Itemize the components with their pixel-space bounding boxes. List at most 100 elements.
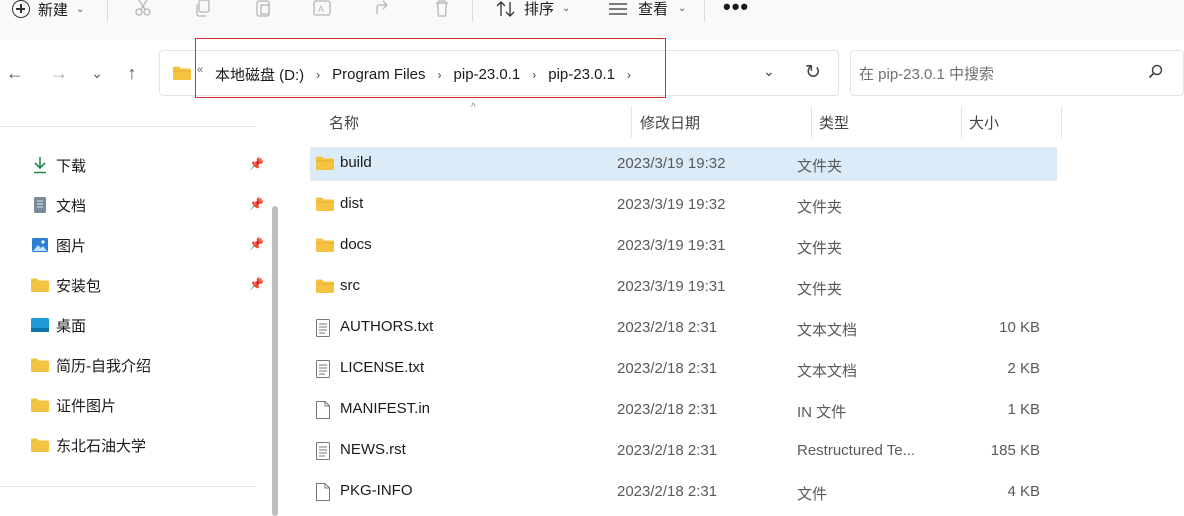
- file-row[interactable]: src 2023/3/19 19:31 文件夹: [310, 270, 1057, 304]
- file-row[interactable]: build 2023/3/19 19:32 文件夹: [310, 147, 1057, 181]
- file-list: 名称 ^ 修改日期 类型 大小 build 2023/3/19 19:32 文件夹 d…: [288, 100, 1184, 516]
- file-icon: [315, 483, 335, 501]
- sidebar-item-pictures[interactable]: 图片 📌: [30, 230, 270, 260]
- address-history-button[interactable]: ⌄: [763, 63, 775, 80]
- chevron-right-icon[interactable]: ›: [316, 68, 320, 82]
- pin-icon[interactable]: 📌: [249, 237, 264, 251]
- file-icon: [315, 401, 335, 419]
- sort-button[interactable]: 排序 ⌄: [496, 0, 570, 19]
- share-button[interactable]: [372, 0, 394, 18]
- forward-button[interactable]: →: [48, 62, 70, 84]
- delete-button[interactable]: [431, 0, 453, 18]
- file-size: 2 KB: [1007, 360, 1040, 377]
- sidebar-item-desktop[interactable]: 桌面: [30, 310, 270, 340]
- file-row[interactable]: dist 2023/3/19 19:32 文件夹: [310, 188, 1057, 222]
- chevron-right-icon[interactable]: ›: [532, 68, 536, 82]
- sidebar-item-downloads[interactable]: 下载 📌: [30, 150, 270, 180]
- search-input[interactable]: [859, 63, 1139, 85]
- chevron-down-icon: ⌄: [562, 3, 571, 14]
- file-row[interactable]: PKG-INFO 2023/2/18 2:31 文件 4 KB: [310, 475, 1057, 509]
- toolbar-divider: [704, 0, 705, 22]
- sidebar-item-installers[interactable]: 安装包 📌: [30, 270, 270, 300]
- breadcrumb-item[interactable]: pip-23.0.1: [548, 66, 615, 83]
- file-name: AUTHORS.txt: [340, 318, 434, 335]
- pictures-icon: [30, 236, 50, 254]
- column-divider[interactable]: [1061, 106, 1062, 138]
- new-label: 新建: [38, 1, 69, 19]
- folder-icon: [172, 65, 192, 84]
- file-modified-date: 2023/2/18 2:31: [617, 319, 718, 336]
- text-file-icon: [315, 319, 335, 337]
- paste-button[interactable]: [252, 0, 274, 18]
- file-row[interactable]: docs 2023/3/19 19:31 文件夹: [310, 229, 1057, 263]
- scissors-icon: [135, 0, 151, 16]
- chevron-right-icon[interactable]: ›: [438, 68, 442, 82]
- breadcrumb-item[interactable]: Program Files: [332, 66, 425, 83]
- breadcrumb-overflow[interactable]: «: [197, 64, 203, 76]
- file-row[interactable]: NEWS.rst 2023/2/18 2:31 Restructured Te...…: [310, 434, 1057, 468]
- pin-icon[interactable]: 📌: [249, 157, 264, 171]
- chevron-right-icon[interactable]: ›: [627, 68, 631, 82]
- text-file-icon: [315, 360, 335, 378]
- file-row[interactable]: MANIFEST.in 2023/2/18 2:31 IN 文件 1 KB: [310, 393, 1057, 427]
- sidebar-item-label: 文档: [56, 197, 87, 215]
- file-row[interactable]: AUTHORS.txt 2023/2/18 2:31 文本文档 10 KB: [310, 311, 1057, 345]
- sidebar-item-label: 安装包: [56, 277, 102, 295]
- view-button[interactable]: 查看 ⌄: [608, 0, 686, 19]
- column-header-size[interactable]: 大小: [969, 100, 999, 144]
- copy-button[interactable]: [192, 0, 214, 18]
- new-button[interactable]: 新建 ⌄: [12, 0, 84, 20]
- copy-icon: [196, 0, 210, 17]
- column-header-date[interactable]: 修改日期: [640, 100, 700, 144]
- file-name: docs: [340, 236, 372, 253]
- rename-icon: A: [313, 0, 331, 16]
- search-icon[interactable]: [1147, 63, 1165, 84]
- column-header-name[interactable]: 名称: [329, 100, 359, 144]
- breadcrumb-item[interactable]: pip-23.0.1: [454, 66, 521, 83]
- up-button[interactable]: ↑: [121, 62, 143, 84]
- recent-locations-button[interactable]: ⌄: [86, 62, 108, 84]
- sidebar-item-documents[interactable]: 文档 📌: [30, 190, 270, 220]
- breadcrumb-item[interactable]: 本地磁盘 (D:): [215, 64, 304, 85]
- folder-icon: [30, 436, 50, 454]
- sidebar-item-id-photos[interactable]: 证件图片: [30, 390, 270, 420]
- sidebar-item-label: 桌面: [56, 317, 87, 335]
- pin-icon[interactable]: 📌: [249, 197, 264, 211]
- back-button[interactable]: ←: [4, 62, 26, 84]
- pin-icon[interactable]: 📌: [249, 277, 264, 291]
- folder-icon: [315, 278, 335, 296]
- file-type: 文本文档: [797, 363, 858, 380]
- share-icon: [376, 0, 388, 14]
- more-options-button[interactable]: •••: [723, 0, 749, 20]
- folder-icon: [315, 237, 335, 255]
- file-modified-date: 2023/2/18 2:31: [617, 483, 718, 500]
- toolbar-divider: [472, 0, 473, 22]
- cut-button[interactable]: [132, 0, 154, 18]
- file-name: build: [340, 154, 372, 171]
- file-name: src: [340, 277, 360, 294]
- column-header-type[interactable]: 类型: [819, 100, 849, 144]
- folder-icon: [315, 155, 335, 173]
- sidebar-item-university[interactable]: 东北石油大学: [30, 430, 270, 460]
- svg-text:A: A: [318, 4, 324, 14]
- file-size: 4 KB: [1007, 483, 1040, 500]
- file-type: 文本文档: [797, 322, 858, 339]
- refresh-button[interactable]: ↻: [805, 61, 821, 84]
- sidebar-item-label: 东北石油大学: [56, 437, 147, 455]
- column-divider[interactable]: [811, 106, 812, 138]
- address-bar[interactable]: « 本地磁盘 (D:) › Program Files › pip-23.0.1…: [159, 50, 839, 96]
- file-row[interactable]: LICENSE.txt 2023/2/18 2:31 文本文档 2 KB: [310, 352, 1057, 386]
- sidebar-item-resume[interactable]: 简历-自我介绍: [30, 350, 270, 380]
- rename-button[interactable]: A: [312, 0, 334, 18]
- document-icon: [30, 196, 50, 214]
- sidebar-item-label: 下载: [56, 157, 87, 175]
- column-divider[interactable]: [961, 106, 962, 138]
- file-type: 文件夹: [797, 240, 843, 257]
- chevron-down-icon: ⌄: [91, 64, 103, 81]
- sidebar-item-label: 图片: [56, 237, 87, 255]
- sidebar-scrollbar[interactable]: [272, 206, 278, 516]
- navigation-pane: 下载 📌 文档 📌 图片 📌 安装包 📌 桌面 简历-自我介绍 证件图片 东北石…: [0, 100, 272, 516]
- folder-icon: [315, 196, 335, 214]
- column-divider[interactable]: [631, 106, 632, 138]
- text-file-icon: [315, 442, 335, 460]
